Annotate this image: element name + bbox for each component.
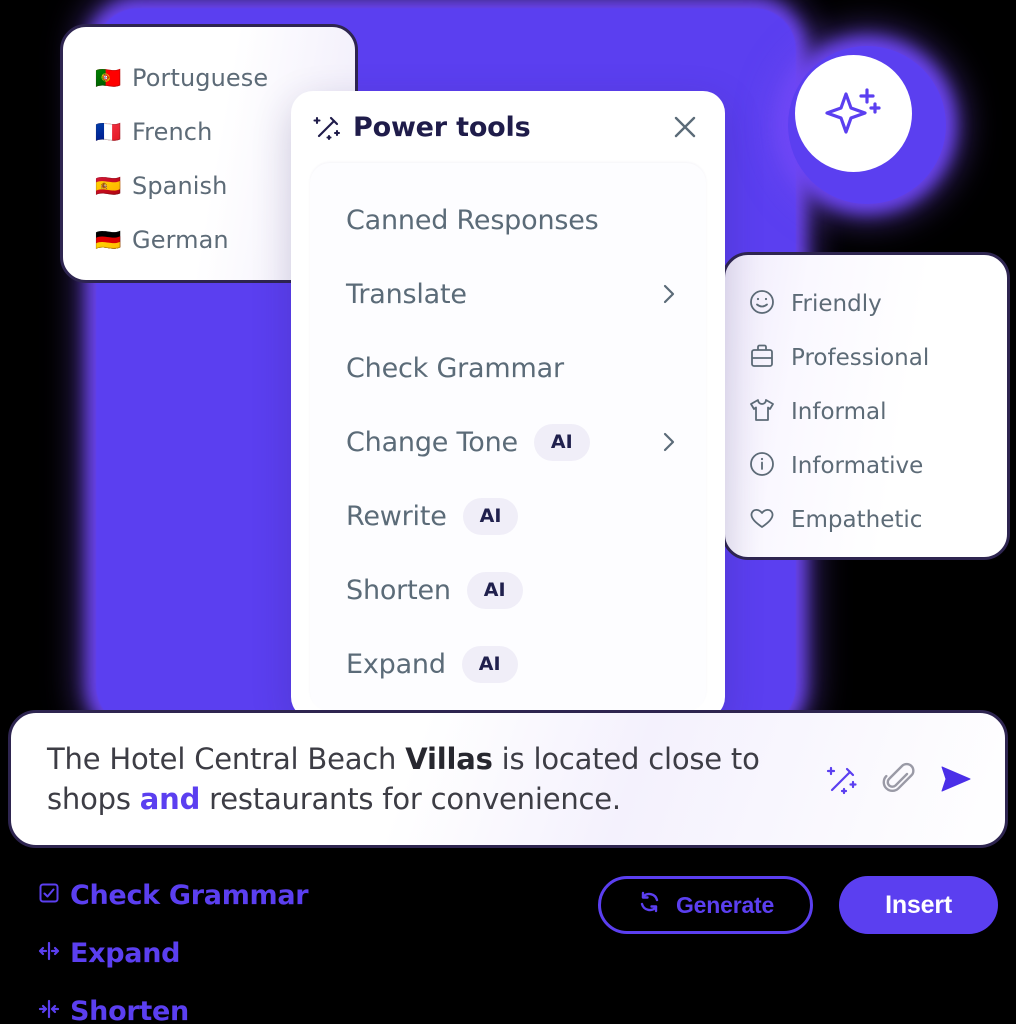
suggestion-label: Expand bbox=[70, 937, 181, 969]
menu-item-label: Change Tone bbox=[346, 426, 518, 458]
chevron-right-icon bbox=[658, 431, 680, 453]
composer-text-bold: Villas bbox=[405, 741, 493, 776]
power-tools-header: Power tools bbox=[291, 91, 725, 163]
composer-text-highlight: and bbox=[139, 782, 201, 816]
shorten-icon bbox=[38, 998, 60, 1024]
chevron-right-icon bbox=[658, 283, 680, 305]
ai-assist-sparkle-button[interactable] bbox=[795, 55, 912, 172]
ai-badge: AI bbox=[466, 571, 523, 609]
tone-item-empathetic[interactable]: Empathetic bbox=[725, 493, 1007, 547]
change-tone-panel: Friendly Professional Informal Informati… bbox=[722, 252, 1010, 560]
app-stage: 🇵🇹 Portuguese 🇫🇷 French 🇪🇸 Spanish 🇩🇪 Ge… bbox=[0, 0, 1016, 1024]
insert-button[interactable]: Insert bbox=[839, 876, 998, 934]
language-label: French bbox=[132, 118, 213, 146]
power-tools-item-shorten[interactable]: Shorten AI bbox=[310, 553, 706, 627]
suggestion-label: Check Grammar bbox=[70, 879, 309, 911]
suggestion-shorten[interactable]: Shorten bbox=[38, 982, 308, 1024]
menu-item-label: Check Grammar bbox=[346, 352, 564, 384]
suggestion-expand[interactable]: Expand bbox=[38, 924, 308, 982]
menu-item-label: Rewrite bbox=[346, 500, 447, 532]
suggestion-list: Check Grammar Expand Shorten bbox=[38, 866, 309, 1024]
footer-actions: Generate Insert bbox=[597, 876, 998, 934]
close-icon[interactable] bbox=[671, 113, 699, 141]
composer-toolbar bbox=[825, 761, 987, 797]
language-label: German bbox=[132, 226, 229, 254]
power-tools-item-change-tone[interactable]: Change Tone AI bbox=[310, 405, 706, 479]
page-title: Power tools bbox=[353, 111, 531, 143]
ai-badge: AI bbox=[461, 645, 518, 683]
menu-item-label: Translate bbox=[346, 278, 467, 310]
paperclip-icon[interactable] bbox=[881, 761, 917, 797]
menu-item-label: Expand bbox=[346, 648, 446, 680]
power-tools-item-expand[interactable]: Expand AI bbox=[310, 627, 706, 701]
refresh-icon bbox=[637, 890, 662, 921]
info-circle-icon bbox=[747, 449, 777, 483]
suggestion-check-grammar[interactable]: Check Grammar bbox=[38, 866, 309, 924]
suggestion-label: Shorten bbox=[70, 995, 189, 1024]
tone-label: Informal bbox=[791, 399, 887, 425]
insert-label: Insert bbox=[885, 890, 952, 919]
check-square-icon bbox=[38, 882, 60, 908]
smiley-icon bbox=[747, 287, 777, 321]
heart-icon bbox=[747, 503, 777, 537]
footer-bar: Check Grammar Expand Shorten Generate In… bbox=[0, 858, 1016, 1024]
briefcase-icon bbox=[747, 341, 777, 375]
composer-text[interactable]: The Hotel Central Beach Villas is locate… bbox=[47, 739, 825, 819]
power-tools-item-translate[interactable]: Translate bbox=[310, 257, 706, 331]
ai-badge: AI bbox=[533, 423, 590, 461]
flag-icon: 🇪🇸 bbox=[95, 173, 122, 198]
tone-label: Informative bbox=[791, 453, 924, 479]
tone-item-informative[interactable]: Informative bbox=[725, 439, 1007, 493]
tone-label: Friendly bbox=[791, 291, 882, 317]
power-tools-item-canned-responses[interactable]: Canned Responses bbox=[310, 183, 706, 257]
composer-text-part3: restaurants for convenience. bbox=[200, 782, 621, 816]
power-tools-panel: Power tools Canned Responses Translate C… bbox=[291, 91, 725, 719]
language-label: Spanish bbox=[132, 172, 228, 200]
tone-item-friendly[interactable]: Friendly bbox=[725, 277, 1007, 331]
menu-item-label: Shorten bbox=[346, 574, 451, 606]
flag-icon: 🇵🇹 bbox=[95, 65, 122, 90]
flag-icon: 🇫🇷 bbox=[95, 119, 122, 144]
message-composer[interactable]: The Hotel Central Beach Villas is locate… bbox=[8, 710, 1008, 848]
language-label: Portuguese bbox=[132, 64, 269, 92]
power-tools-list: Canned Responses Translate Check Grammar… bbox=[310, 163, 706, 711]
ai-badge: AI bbox=[462, 497, 519, 535]
power-tools-item-check-grammar[interactable]: Check Grammar bbox=[310, 331, 706, 405]
composer-text-part1: The Hotel Central Beach bbox=[47, 741, 406, 776]
flag-icon: 🇩🇪 bbox=[95, 227, 122, 252]
tone-label: Empathetic bbox=[791, 507, 923, 533]
menu-item-label: Canned Responses bbox=[346, 204, 599, 236]
generate-label: Generate bbox=[675, 891, 775, 918]
expand-icon bbox=[38, 940, 60, 966]
power-tools-item-rewrite[interactable]: Rewrite AI bbox=[310, 479, 706, 553]
generate-button[interactable]: Generate bbox=[597, 876, 814, 934]
send-icon[interactable] bbox=[937, 761, 973, 797]
tone-item-informal[interactable]: Informal bbox=[725, 385, 1007, 439]
magic-wand-icon[interactable] bbox=[825, 761, 861, 797]
tshirt-icon bbox=[747, 395, 777, 429]
magic-wand-icon bbox=[313, 112, 343, 142]
tone-item-professional[interactable]: Professional bbox=[725, 331, 1007, 385]
sparkle-icon bbox=[822, 82, 886, 146]
tone-label: Professional bbox=[791, 345, 930, 371]
